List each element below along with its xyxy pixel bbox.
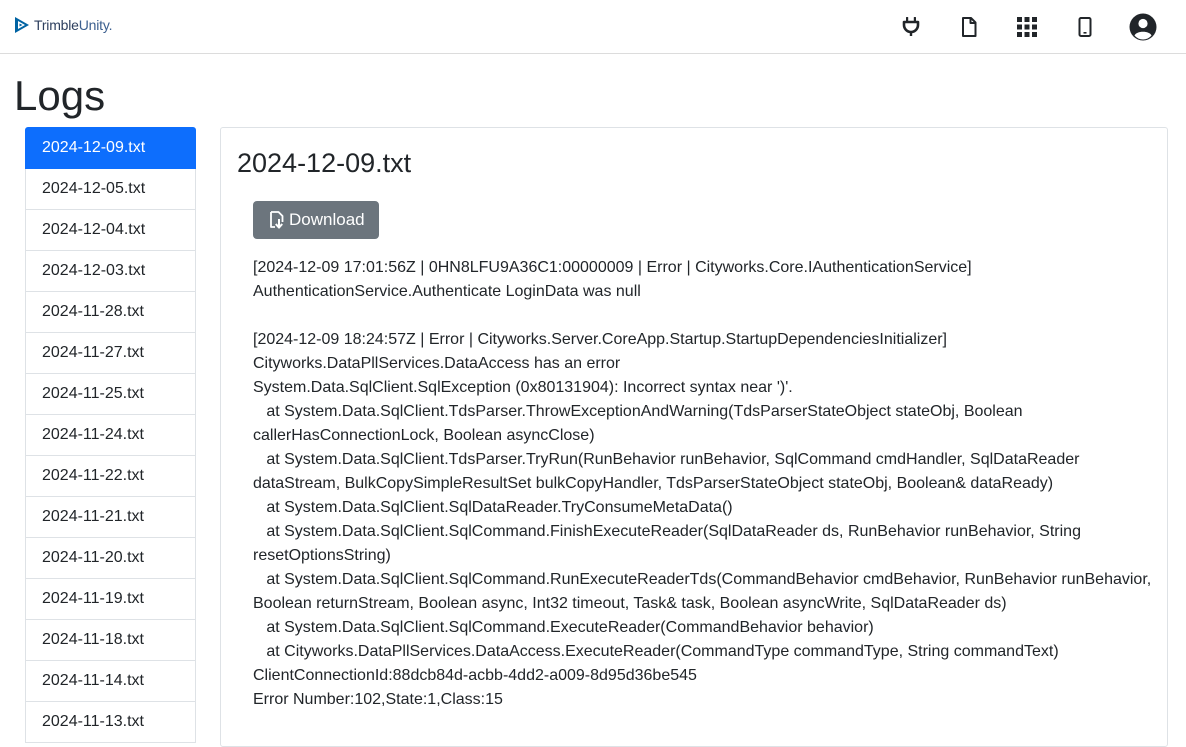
file-list-item[interactable]: 2024-11-13.txt [25, 702, 196, 743]
mobile-device-icon[interactable] [1068, 10, 1102, 44]
file-list-item[interactable]: 2024-11-19.txt [25, 579, 196, 620]
log-viewer-card: 2024-12-09.txt Download [2024-12-09 17:0… [220, 127, 1168, 747]
header-actions [870, 10, 1160, 44]
log-file-title: 2024-12-09.txt [237, 148, 412, 178]
file-list-item[interactable]: 2024-11-14.txt [25, 661, 196, 702]
file-list-item[interactable]: 2024-12-04.txt [25, 210, 196, 251]
file-list-item[interactable]: 2024-12-03.txt [25, 251, 196, 292]
apps-grid-icon[interactable] [1010, 10, 1044, 44]
file-list-item[interactable]: 2024-11-21.txt [25, 497, 196, 538]
file-list-item[interactable]: 2024-11-24.txt [25, 415, 196, 456]
page-title: Logs [14, 72, 106, 119]
log-file-list: 2024-12-09.txt 2024-12-05.txt 2024-12-04.t… [25, 127, 196, 743]
file-list-item[interactable]: 2024-11-20.txt [25, 538, 196, 579]
log-content: [2024-12-09 17:01:56Z | 0HN8LFU9A36C1:00… [253, 259, 1152, 708]
download-button-label: Download [289, 210, 365, 229]
trimble-logo-icon [14, 16, 30, 34]
brand-name-bold: Trimble [34, 17, 79, 33]
file-download-icon [269, 211, 285, 229]
brand-name: TrimbleUnity. [34, 17, 113, 33]
file-list-item[interactable]: 2024-11-22.txt [25, 456, 196, 497]
file-list-item[interactable]: 2024-11-25.txt [25, 374, 196, 415]
file-list-item[interactable]: 2024-11-28.txt [25, 292, 196, 333]
file-list-item[interactable]: 2024-11-18.txt [25, 620, 196, 661]
plug-icon[interactable] [894, 10, 928, 44]
file-list-item[interactable]: 2024-12-05.txt [25, 169, 196, 210]
file-list-item[interactable]: 2024-12-09.txt [25, 127, 196, 169]
document-icon[interactable] [952, 10, 986, 44]
download-button[interactable]: Download [253, 201, 379, 239]
brand-logo[interactable]: TrimbleUnity. [14, 16, 113, 34]
top-navbar: TrimbleUnity. [0, 0, 1186, 54]
user-account-icon[interactable] [1126, 10, 1160, 44]
brand-name-light: Unity. [78, 17, 113, 33]
file-list-item[interactable]: 2024-11-27.txt [25, 333, 196, 374]
